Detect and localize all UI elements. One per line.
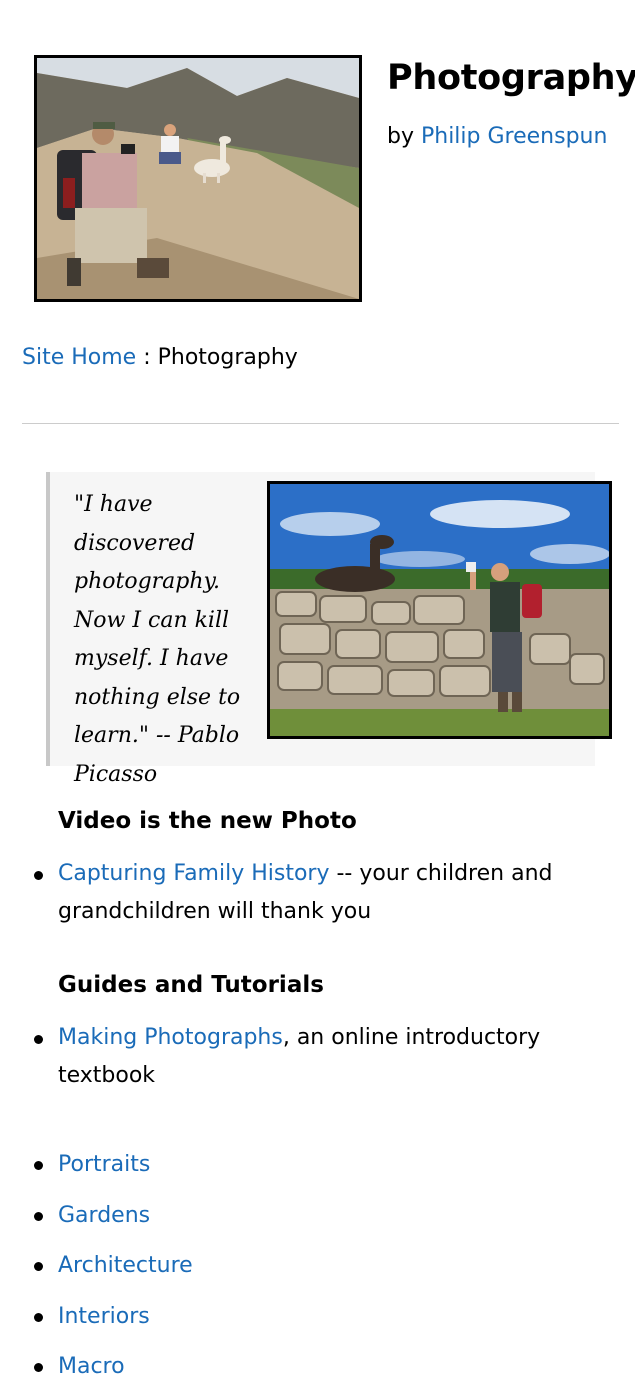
byline: by Philip Greenspun [387, 124, 607, 149]
quote-photo-illustration [270, 484, 609, 736]
bullet-icon [34, 1262, 43, 1271]
topics-list: Portraits Gardens Architecture Interiors… [34, 1140, 458, 1393]
page-title: Photography [387, 58, 635, 98]
interiors-link[interactable]: Interiors [58, 1304, 150, 1329]
gardens-link[interactable]: Gardens [58, 1203, 150, 1228]
breadcrumb-site-home-link[interactable]: Site Home [22, 345, 136, 370]
quote-text: "I have discovered photography. Now I ca… [74, 492, 241, 787]
bullet-icon [34, 1312, 43, 1322]
video-list: Capturing Family History -- your childre… [34, 855, 558, 931]
capturing-family-history-link[interactable]: Capturing Family History [58, 861, 330, 886]
divider [22, 423, 619, 424]
quote-photo-llama [267, 481, 612, 739]
hero-photo-machu-picchu [34, 55, 362, 302]
section-heading-guides: Guides and Tutorials [58, 972, 324, 998]
byline-prefix: by [387, 124, 414, 149]
macro-link[interactable]: Macro [58, 1354, 125, 1379]
portraits-link[interactable]: Portraits [58, 1152, 150, 1177]
bullet-icon [34, 1161, 43, 1170]
list-item: Making Photographs, an online introducto… [34, 1019, 558, 1095]
breadcrumb-separator: : [136, 345, 158, 370]
list-item: Capturing Family History -- your childre… [34, 855, 558, 931]
author-link[interactable]: Philip Greenspun [421, 124, 607, 149]
list-item: Portraits [34, 1140, 458, 1191]
bullet-icon [34, 1035, 43, 1044]
bullet-icon [34, 1211, 43, 1221]
section-heading-video: Video is the new Photo [58, 808, 357, 834]
architecture-link[interactable]: Architecture [58, 1253, 193, 1278]
list-item: Interiors [34, 1292, 458, 1343]
bullet-icon [34, 871, 43, 880]
breadcrumb: Site Home : Photography [22, 345, 298, 370]
hero-photo-illustration [37, 58, 359, 299]
bullet-icon [34, 1363, 43, 1372]
guides-list: Making Photographs, an online introducto… [34, 1019, 558, 1095]
breadcrumb-current: Photography [157, 345, 298, 370]
list-item: Architecture [34, 1241, 458, 1292]
making-photographs-link[interactable]: Making Photographs [58, 1025, 283, 1050]
list-item: Gardens [34, 1191, 458, 1242]
list-item: Macro [34, 1342, 458, 1393]
